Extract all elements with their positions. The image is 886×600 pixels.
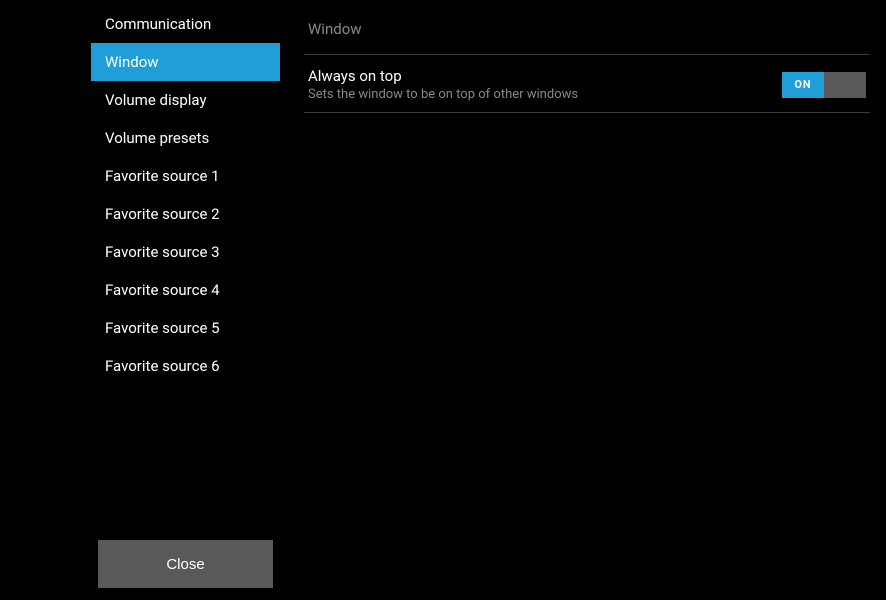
sidebar-item-label: Volume display <box>105 91 207 109</box>
main-panel: Window Always on top Sets the window to … <box>288 0 886 600</box>
sidebar: Communication Window Volume display Volu… <box>0 0 288 600</box>
sidebar-item-volume-presets[interactable]: Volume presets <box>91 119 280 157</box>
setting-text: Always on top Sets the window to be on t… <box>308 67 782 102</box>
setting-description: Sets the window to be on top of other wi… <box>308 87 782 102</box>
close-button-label: Close <box>166 556 204 573</box>
sidebar-item-favorite-source-5[interactable]: Favorite source 5 <box>91 309 280 347</box>
sidebar-item-favorite-source-1[interactable]: Favorite source 1 <box>91 157 280 195</box>
toggle-label: ON <box>794 78 811 91</box>
main-header: Window <box>304 10 870 55</box>
main-header-title: Window <box>308 20 362 38</box>
sidebar-item-label: Window <box>105 53 159 71</box>
sidebar-item-favorite-source-3[interactable]: Favorite source 3 <box>91 233 280 271</box>
sidebar-item-label: Favorite source 1 <box>105 167 220 185</box>
sidebar-item-label: Favorite source 2 <box>105 205 220 223</box>
sidebar-item-label: Volume presets <box>105 129 209 147</box>
sidebar-item-window[interactable]: Window <box>91 43 280 81</box>
close-button[interactable]: Close <box>98 540 273 588</box>
sidebar-item-label: Favorite source 4 <box>105 281 220 299</box>
sidebar-items: Communication Window Volume display Volu… <box>0 5 288 600</box>
toggle-on-indicator: ON <box>782 72 824 98</box>
sidebar-item-label: Communication <box>105 15 211 33</box>
sidebar-item-favorite-source-4[interactable]: Favorite source 4 <box>91 271 280 309</box>
sidebar-item-volume-display[interactable]: Volume display <box>91 81 280 119</box>
sidebar-item-communication[interactable]: Communication <box>91 5 280 43</box>
setting-always-on-top: Always on top Sets the window to be on t… <box>304 55 870 113</box>
sidebar-item-label: Favorite source 5 <box>105 319 220 337</box>
sidebar-item-label: Favorite source 3 <box>105 243 220 261</box>
sidebar-item-favorite-source-6[interactable]: Favorite source 6 <box>91 347 280 385</box>
setting-title: Always on top <box>308 67 782 85</box>
sidebar-item-label: Favorite source 6 <box>105 357 220 375</box>
sidebar-item-favorite-source-2[interactable]: Favorite source 2 <box>91 195 280 233</box>
always-on-top-toggle[interactable]: ON <box>782 72 866 98</box>
